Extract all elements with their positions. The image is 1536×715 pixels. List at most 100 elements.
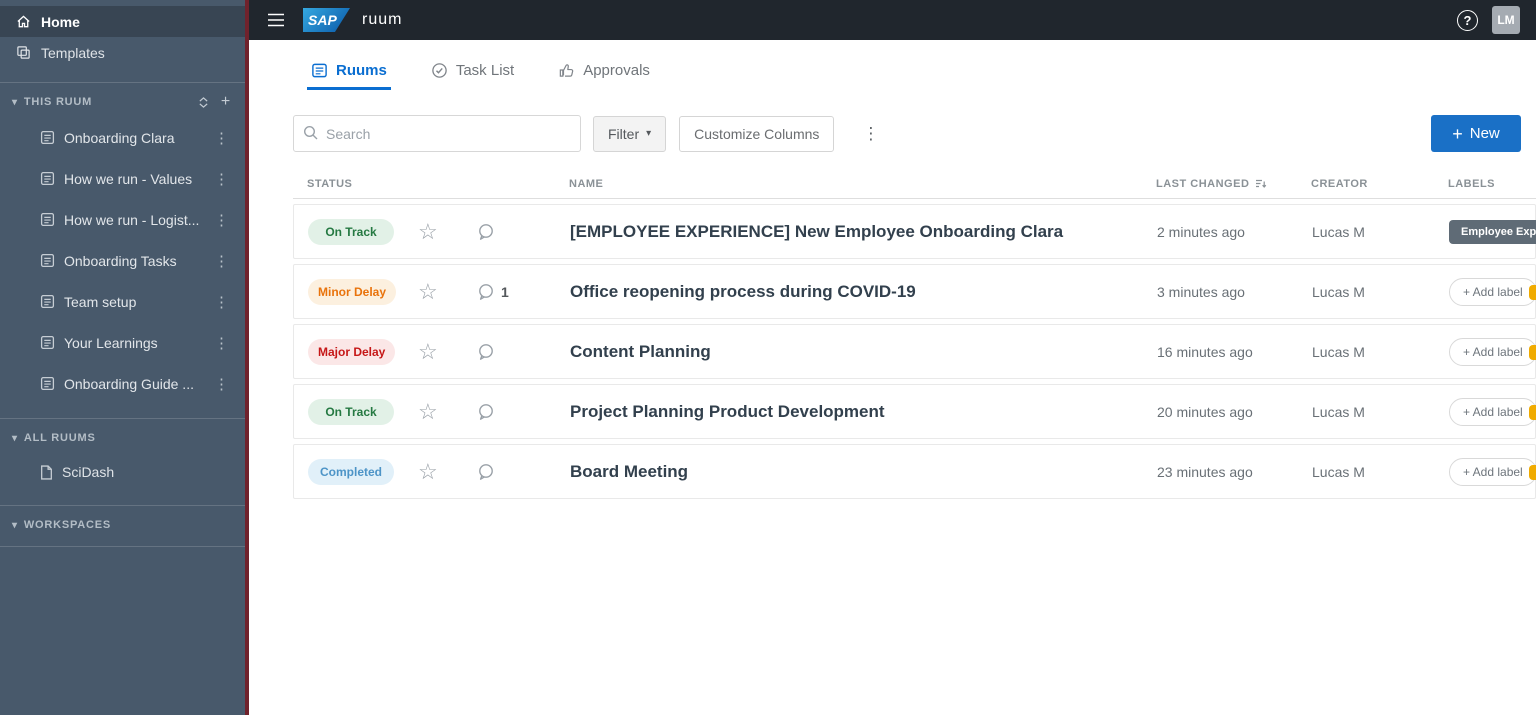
ruum-name-link[interactable]: Office reopening process during COVID-19 — [570, 282, 916, 301]
workspaces-header[interactable]: ▾ WORKSPACES — [0, 510, 245, 540]
kebab-menu-icon[interactable]: ⋮ — [208, 170, 235, 188]
ruum-name-link[interactable]: Project Planning Product Development — [570, 402, 885, 421]
sort-descending-icon — [1256, 179, 1267, 188]
sidebar-item-label: Templates — [41, 44, 105, 61]
tab-label: Approvals — [583, 62, 650, 79]
new-button[interactable]: + New — [1431, 115, 1521, 152]
sidebar-item-label: Home — [41, 13, 80, 30]
all-ruums-header[interactable]: ▾ ALL RUUMS — [0, 423, 245, 453]
sidebar-item-home[interactable]: Home — [0, 6, 245, 37]
customize-columns-button[interactable]: Customize Columns — [679, 115, 835, 152]
sidebar-ruum-item[interactable]: Onboarding Clara ⋮ — [0, 117, 245, 158]
ruum-name-link[interactable]: [EMPLOYEE EXPERIENCE] New Employee Onboa… — [570, 222, 1063, 241]
star-icon[interactable]: ☆ — [418, 220, 438, 243]
clipped-orange-icon — [1529, 345, 1536, 360]
sidebar-item-templates[interactable]: Templates — [0, 37, 245, 68]
star-icon[interactable]: ☆ — [418, 340, 438, 363]
sidebar-ruum-item[interactable]: How we run - Logist... ⋮ — [0, 199, 245, 240]
avatar[interactable]: LM — [1492, 6, 1520, 34]
kebab-menu-icon[interactable]: ⋮ — [208, 129, 235, 147]
tab-bar: Ruums Task List Approvals — [249, 40, 1536, 90]
table-row[interactable]: Completed ☆ Board Meeting 23 minutes ago… — [293, 444, 1536, 499]
sidebar-item-label: Onboarding Clara — [64, 129, 175, 146]
comment-icon[interactable] — [476, 222, 496, 242]
sidebar-item-label: Your Learnings — [64, 334, 158, 351]
table-row[interactable]: On Track ☆ [EMPLOYEE EXPERIENCE] New Emp… — [293, 204, 1536, 259]
kebab-menu-icon[interactable]: ⋮ — [208, 211, 235, 229]
ruum-doc-icon — [40, 335, 55, 350]
tab-label: Task List — [455, 62, 515, 79]
tab-approvals[interactable]: Approvals — [554, 54, 654, 90]
comment-icon[interactable] — [476, 342, 496, 362]
more-options-icon[interactable]: ⋮ — [854, 120, 887, 148]
ruum-name-link[interactable]: Content Planning — [570, 342, 711, 361]
kebab-menu-icon[interactable]: ⋮ — [208, 334, 235, 352]
status-badge: On Track — [308, 398, 394, 425]
this-ruum-header[interactable]: ▾ THIS RUUM + — [0, 87, 245, 117]
hamburger-menu-icon[interactable] — [261, 7, 291, 33]
col-last-changed[interactable]: LAST CHANGED — [1156, 178, 1311, 190]
comment-icon[interactable] — [476, 282, 496, 302]
status-badge: Completed — [308, 458, 394, 485]
sidebar-ruum-item[interactable]: How we run - Values ⋮ — [0, 158, 245, 199]
customize-columns-label: Customize Columns — [694, 125, 820, 142]
table-row[interactable]: Minor Delay ☆ 1 Office reopening process… — [293, 264, 1536, 319]
sidebar-item-label: SciDash — [62, 464, 115, 480]
comment-icon[interactable] — [476, 402, 496, 422]
sidebar-item-label: Team setup — [64, 293, 137, 310]
tab-task-list[interactable]: Task List — [427, 54, 518, 90]
col-last-changed-label: LAST CHANGED — [1156, 178, 1250, 190]
creator-value: Lucas M — [1312, 463, 1365, 480]
sidebar-ruum-item[interactable]: Your Learnings ⋮ — [0, 322, 245, 363]
ruum-doc-icon — [40, 294, 55, 309]
kebab-menu-icon[interactable]: ⋮ — [208, 293, 235, 311]
table-row[interactable]: On Track ☆ Project Planning Product Deve… — [293, 384, 1536, 439]
sidebar-item-label: How we run - Values — [64, 170, 193, 187]
ruum-name-link[interactable]: Board Meeting — [570, 462, 688, 481]
comment-icon[interactable] — [476, 462, 496, 482]
sidebar-ruum-item[interactable]: Onboarding Guide ... ⋮ — [0, 363, 245, 404]
sidebar-item-scidash[interactable]: SciDash — [0, 453, 245, 491]
sidebar: Home Templates ▾ THIS RUUM + Onboarding … — [0, 0, 245, 715]
collapse-icon[interactable] — [198, 96, 209, 108]
last-changed-value: 16 minutes ago — [1157, 343, 1253, 360]
star-icon[interactable]: ☆ — [418, 280, 438, 303]
star-icon[interactable]: ☆ — [418, 400, 438, 423]
creator-value: Lucas M — [1312, 403, 1365, 420]
add-label-button[interactable]: + Add label — [1449, 457, 1536, 486]
add-ruum-icon[interactable]: + — [221, 94, 231, 110]
file-icon — [41, 464, 52, 480]
sidebar-ruum-item[interactable]: Team setup ⋮ — [0, 281, 245, 322]
ruum-table-body: On Track ☆ [EMPLOYEE EXPERIENCE] New Emp… — [293, 204, 1536, 499]
plus-icon: + — [1452, 123, 1463, 144]
sidebar-item-label: How we run - Logist... — [64, 211, 199, 228]
search-box — [293, 115, 581, 152]
filter-button[interactable]: Filter ▾ — [593, 115, 667, 152]
col-labels: LABELS — [1448, 178, 1495, 190]
product-name: ruum — [362, 11, 403, 28]
tab-ruums[interactable]: Ruums — [307, 54, 391, 90]
star-icon[interactable]: ☆ — [418, 460, 438, 483]
search-input[interactable] — [293, 115, 581, 152]
table-row[interactable]: Major Delay ☆ Content Planning 16 minute… — [293, 324, 1536, 379]
label-tag[interactable]: Employee Expe — [1449, 219, 1536, 244]
kebab-menu-icon[interactable]: ⋮ — [208, 375, 235, 393]
main-content: Ruums Task List Approvals Filter ▾ Custo… — [249, 0, 1536, 504]
chevron-down-icon: ▾ — [12, 519, 18, 531]
workspaces-section: ▾ WORKSPACES — [0, 505, 245, 547]
creator-value: Lucas M — [1312, 223, 1365, 240]
tab-label: Ruums — [336, 62, 387, 79]
kebab-menu-icon[interactable]: ⋮ — [208, 252, 235, 270]
add-label-button[interactable]: + Add label — [1449, 337, 1536, 366]
help-icon[interactable]: ? — [1457, 9, 1478, 31]
sidebar-ruum-item[interactable]: Onboarding Tasks ⋮ — [0, 240, 245, 281]
new-button-label: New — [1469, 125, 1500, 142]
status-badge: On Track — [308, 218, 394, 245]
add-label-button[interactable]: + Add label — [1449, 397, 1536, 426]
add-label-button[interactable]: + Add label — [1449, 277, 1536, 306]
chevron-down-icon: ▾ — [646, 128, 652, 139]
chevron-down-icon: ▾ — [12, 96, 18, 108]
ruum-doc-icon — [40, 130, 55, 145]
comment-count: 1 — [501, 283, 509, 300]
last-changed-value: 3 minutes ago — [1157, 283, 1245, 300]
